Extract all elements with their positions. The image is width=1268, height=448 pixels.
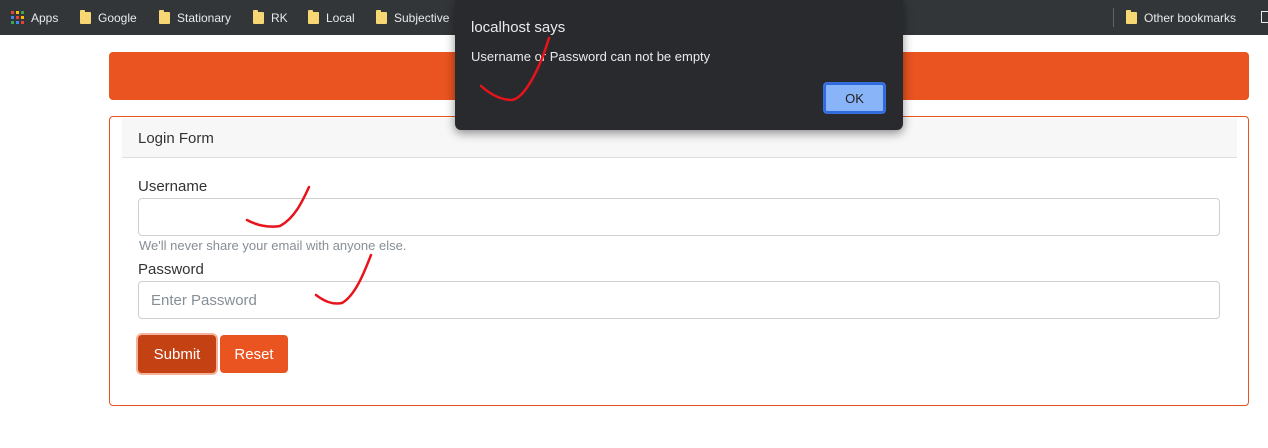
dialog-message: Username or Password can not be empty [471,49,711,64]
bookmark-label: Google [98,10,137,25]
bookmark-local[interactable]: Local [308,0,355,35]
submit-button[interactable]: Submit [138,335,216,373]
folder-icon [1126,9,1137,24]
alert-dialog: localhost says Username or Password can … [455,0,903,130]
folder-icon [376,9,387,24]
dialog-title: localhost says [471,19,566,36]
username-help-text: We'll never share your email with anyone… [139,238,407,253]
folder-icon [308,9,319,24]
password-input[interactable] [138,281,1220,319]
bookmark-rk[interactable]: RK [253,0,288,35]
password-label: Password [138,261,204,278]
username-label: Username [138,178,208,195]
bookmark-label: Local [326,10,355,25]
bookmark-google[interactable]: Google [80,0,137,35]
card-title: Login Form [138,130,214,147]
reset-button[interactable]: Reset [220,335,288,373]
reading-list-icon[interactable] [1261,11,1268,23]
bookmarks-divider [1113,8,1114,27]
dialog-ok-button[interactable]: OK [823,82,886,114]
bookmark-label: RK [271,10,288,25]
bookmark-subjective[interactable]: Subjective [376,0,449,35]
folder-icon [80,9,91,24]
bookmark-other-bookmarks[interactable]: Other bookmarks [1126,0,1236,35]
bookmark-label: Apps [31,10,59,25]
username-input[interactable] [138,198,1220,236]
bookmark-label: Stationary [177,10,232,25]
bookmark-label: Subjective [394,10,450,25]
login-card: Login Form Username We'll never share yo… [109,116,1249,406]
folder-icon [159,9,170,24]
bookmark-apps[interactable]: Apps [11,0,58,35]
apps-grid-icon [11,11,24,24]
bookmark-label: Other bookmarks [1144,10,1237,25]
bookmark-stationary[interactable]: Stationary [159,0,231,35]
folder-icon [253,9,264,24]
